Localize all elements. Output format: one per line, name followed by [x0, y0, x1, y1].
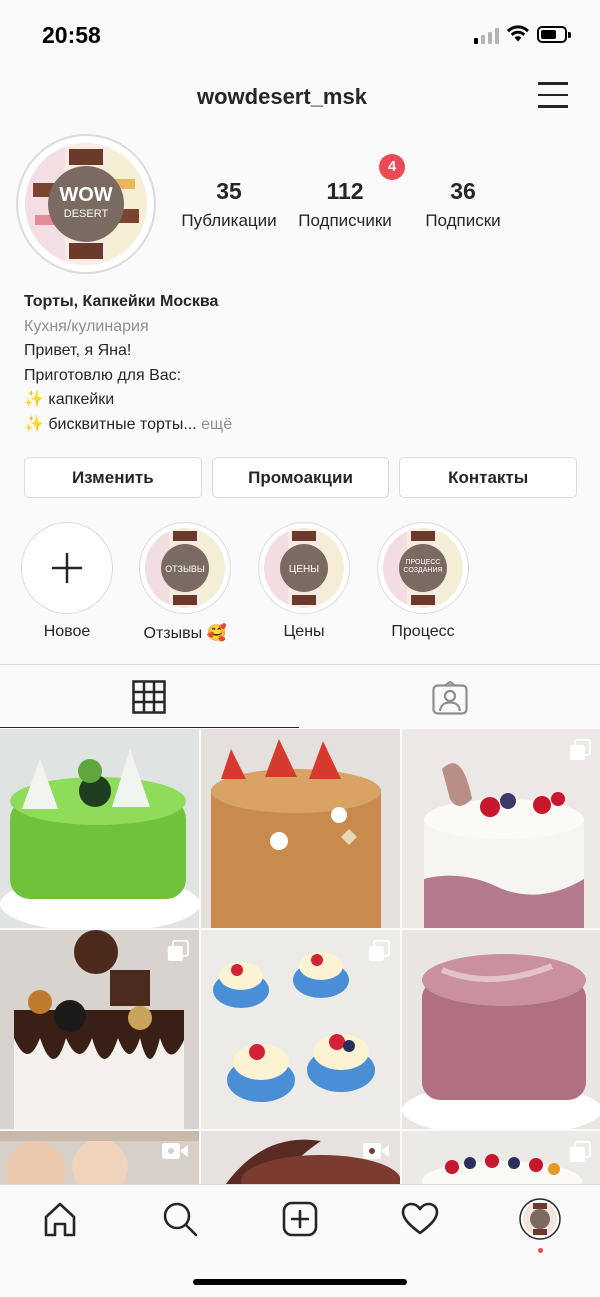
- tagged-icon: [432, 681, 468, 715]
- carousel-icon: [569, 1141, 591, 1162]
- bio-line: ✨ капкейки: [24, 391, 115, 408]
- bio-more-link[interactable]: ещё: [201, 416, 232, 433]
- stat-following-value: 36: [450, 178, 476, 204]
- highlight-cover-image: ЦЕНЫ: [264, 528, 344, 608]
- highlight-process[interactable]: ПРОЦЕСС СОЗДАНИЯ Процесс: [377, 522, 469, 641]
- highlight-label: Отзывы 🥰: [143, 625, 227, 642]
- highlight-cover-text: ЦЕНЫ: [289, 564, 319, 575]
- grid-icon: [132, 680, 166, 714]
- search-icon[interactable]: [160, 1199, 200, 1239]
- profile-tab-avatar[interactable]: [518, 1197, 562, 1253]
- stat-posts-value: 35: [216, 178, 242, 204]
- post-thumbnail[interactable]: [402, 930, 600, 1129]
- menu-icon[interactable]: [538, 82, 568, 108]
- stat-followers[interactable]: 112 Подписчики: [288, 178, 402, 231]
- edit-profile-button[interactable]: Изменить: [24, 457, 202, 498]
- bio-line: Привет, я Яна!: [24, 342, 132, 359]
- new-post-icon[interactable]: [280, 1199, 320, 1239]
- highlight-cover-text: ПРОЦЕСС СОЗДАНИЯ: [403, 559, 443, 574]
- bottom-nav: [0, 1184, 600, 1297]
- highlight-reviews[interactable]: ОТЗЫВЫ Отзывы 🥰: [139, 522, 231, 643]
- bio-line: ✨ бисквитные торты...: [24, 415, 197, 433]
- profile-stats: 35 Публикации 112 Подписчики 36 Подписки: [176, 178, 516, 231]
- notification-badge: 4: [379, 154, 405, 180]
- bio-line-last: ✨ бисквитные торты... ещё: [24, 413, 584, 438]
- highlight-new-circle: [21, 522, 113, 614]
- contacts-button[interactable]: Контакты: [399, 457, 578, 498]
- post-thumbnail[interactable]: [201, 1131, 400, 1184]
- plus-icon: [51, 552, 83, 584]
- highlight-cover-text: ОТЗЫВЫ: [165, 564, 205, 574]
- carousel-icon: [368, 940, 390, 961]
- post-thumbnail[interactable]: [0, 729, 199, 928]
- highlight-new[interactable]: Новое: [21, 522, 113, 641]
- post-thumbnail[interactable]: [201, 729, 400, 928]
- profile-name: Торты, Капкейки Москва: [24, 293, 219, 310]
- tab-grid[interactable]: [0, 665, 299, 728]
- bio-line: Приготовлю для Вас:: [24, 366, 182, 384]
- post-thumbnail[interactable]: [0, 1131, 199, 1184]
- stat-posts[interactable]: 35 Публикации: [176, 178, 282, 231]
- post-thumbnail[interactable]: [201, 930, 400, 1129]
- highlight-label: Новое: [43, 623, 91, 640]
- video-icon: [162, 1143, 188, 1159]
- stat-followers-label: Подписчики: [298, 211, 392, 230]
- username-title[interactable]: wowdesert_msk: [197, 84, 367, 110]
- status-time: 20:58: [42, 22, 101, 48]
- profile-header: wowdesert_msk 4: [0, 70, 600, 180]
- stat-following-label: Подписки: [425, 211, 501, 230]
- battery-icon: [537, 26, 571, 43]
- highlight-cover: ПРОЦЕСС СОЗДАНИЯ: [377, 522, 469, 614]
- video-icon: [363, 1143, 389, 1159]
- stat-followers-value: 112: [326, 178, 364, 204]
- wifi-icon: [507, 25, 529, 42]
- cellular-signal-icon: [474, 28, 499, 44]
- avatar-image: WOW DESERT: [25, 143, 147, 265]
- profile-tabs: [0, 664, 600, 728]
- stat-posts-label: Публикации: [181, 211, 277, 230]
- home-icon[interactable]: [40, 1199, 80, 1239]
- avatar-logo-subtext: DESERT: [64, 208, 109, 220]
- profile-category: Кухня/кулинария: [24, 317, 149, 335]
- posts-grid: [0, 729, 600, 1184]
- post-thumbnail[interactable]: [402, 1131, 600, 1184]
- activity-dot: [538, 1248, 543, 1253]
- profile-avatar[interactable]: WOW DESERT: [16, 134, 156, 274]
- highlight-prices[interactable]: ЦЕНЫ Цены: [258, 522, 350, 641]
- promotions-button[interactable]: Промоакции: [211, 457, 390, 498]
- carousel-icon: [569, 739, 591, 760]
- stat-following[interactable]: 36 Подписки: [410, 178, 516, 231]
- carousel-icon: [167, 940, 189, 961]
- tab-tagged[interactable]: [300, 665, 600, 728]
- status-bar: 20:58: [0, 0, 600, 70]
- highlight-cover: ЦЕНЫ: [258, 522, 350, 614]
- profile-bio: Торты, Капкейки Москва Кухня/кулинария П…: [24, 290, 584, 437]
- post-thumbnail[interactable]: [0, 930, 199, 1129]
- profile-actions: Изменить Промоакции Контакты: [24, 457, 578, 498]
- highlight-cover: ОТЗЫВЫ: [139, 522, 231, 614]
- avatar-logo-text: WOW: [59, 184, 112, 206]
- highlight-label: Процесс: [391, 623, 455, 640]
- highlight-label: Цены: [283, 623, 325, 640]
- heart-icon[interactable]: [400, 1199, 440, 1239]
- home-indicator: [193, 1279, 407, 1285]
- post-thumbnail[interactable]: [402, 729, 600, 928]
- highlight-cover-image: ОТЗЫВЫ: [145, 528, 225, 608]
- highlight-cover-image: ПРОЦЕСС СОЗДАНИЯ: [383, 528, 463, 608]
